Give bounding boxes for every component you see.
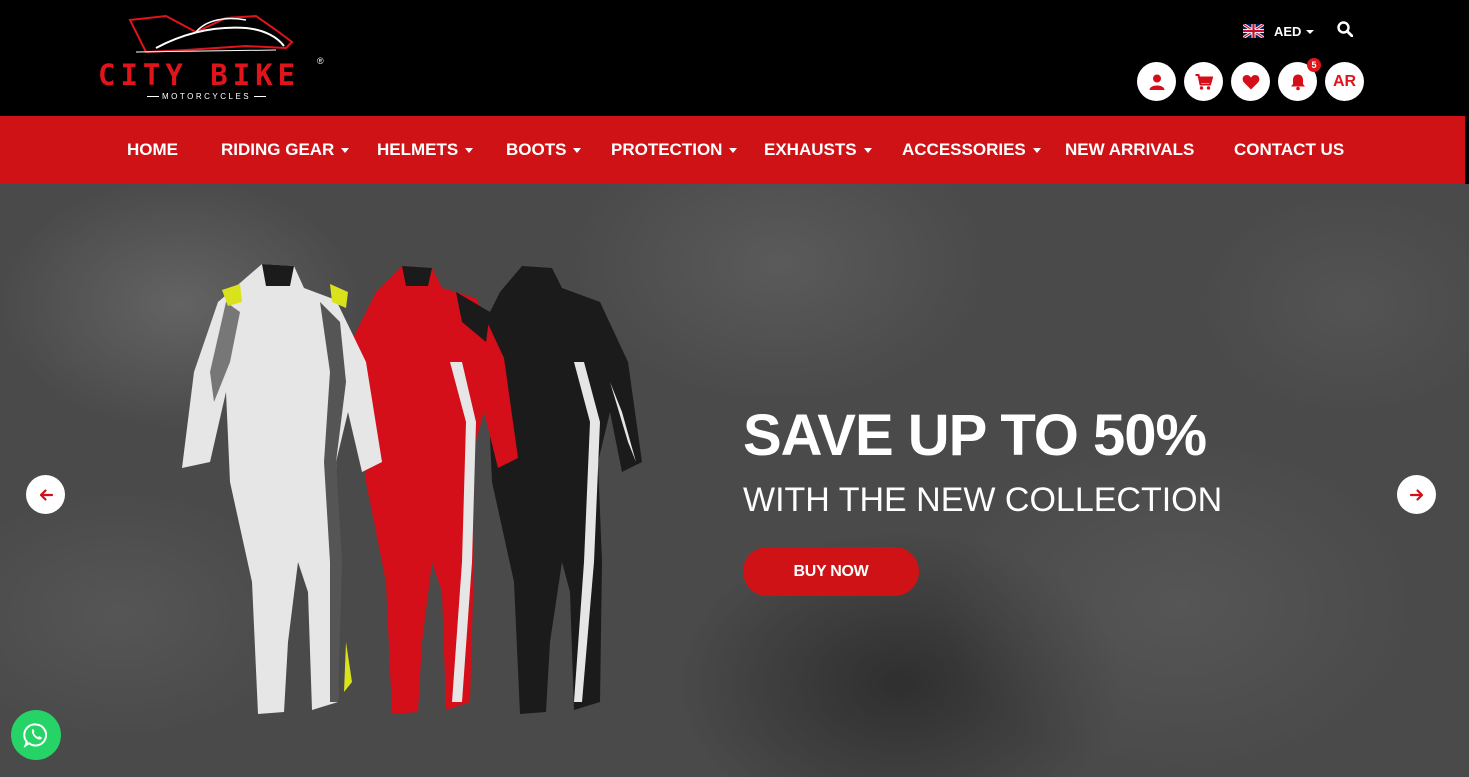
top-bar: CITY BIKE ® MOTORCYCLES AED 5 AR	[0, 0, 1469, 116]
nav-riding-gear[interactable]: RIDING GEAR	[221, 140, 350, 160]
nav-label: HOME	[127, 140, 178, 159]
nav-contact-us[interactable]: CONTACT US	[1234, 140, 1344, 160]
nav-label: HELMETS	[377, 140, 459, 159]
cart-button[interactable]	[1184, 62, 1223, 101]
nav-label: CONTACT US	[1234, 140, 1345, 159]
caret-down-icon	[465, 147, 474, 153]
logo-text: CITY BIKE	[98, 58, 301, 92]
notification-badge: 5	[1307, 58, 1321, 72]
nav-label: RIDING GEAR	[221, 140, 335, 159]
main-nav: HOME RIDING GEAR HELMETS BOOTS PROTECTIO…	[0, 116, 1465, 184]
hero-slider: SAVE UP TO 50% WITH THE NEW COLLECTION B…	[0, 184, 1469, 777]
nav-label: EXHAUSTS	[764, 140, 857, 159]
caret-down-icon	[573, 147, 582, 153]
racing-suits-image	[182, 264, 642, 714]
nav-boots[interactable]: BOOTS	[506, 140, 582, 160]
motorbike-logo-icon	[128, 14, 294, 54]
arrow-right-icon	[1409, 488, 1423, 501]
white-suit	[182, 264, 382, 714]
nav-label: PROTECTION	[611, 140, 723, 159]
caret-down-icon	[729, 147, 738, 153]
whatsapp-icon	[23, 723, 48, 748]
user-icon	[1149, 74, 1164, 90]
site-logo[interactable]: CITY BIKE ® MOTORCYCLES	[98, 12, 328, 104]
caret-down-icon	[341, 147, 350, 153]
nav-label: NEW ARRIVALS	[1065, 140, 1195, 159]
notifications-button[interactable]: 5	[1278, 58, 1321, 101]
cart-icon	[1195, 73, 1213, 90]
nav-label: BOOTS	[506, 140, 567, 159]
nav-helmets[interactable]: HELMETS	[377, 140, 474, 160]
nav-accessories[interactable]: ACCESSORIES	[902, 140, 1041, 160]
nav-new-arrivals[interactable]: NEW ARRIVALS	[1065, 140, 1194, 160]
nav-protection[interactable]: PROTECTION	[611, 140, 738, 160]
wishlist-button[interactable]	[1231, 62, 1270, 101]
nav-label: ACCESSORIES	[902, 140, 1026, 159]
logo-tagline: MOTORCYCLES	[144, 92, 269, 101]
flag-uk-icon	[1243, 24, 1264, 38]
caret-down-icon	[1306, 30, 1315, 35]
language-toggle[interactable]: AR	[1325, 62, 1364, 101]
whatsapp-chat-button[interactable]	[11, 710, 61, 760]
black-suit	[470, 266, 642, 714]
caret-down-icon	[1032, 147, 1041, 153]
red-suit	[346, 266, 518, 714]
slider-prev-button[interactable]	[26, 475, 65, 514]
nav-home[interactable]: HOME	[127, 140, 178, 160]
currency-selector[interactable]: AED	[1243, 22, 1315, 40]
buy-now-button[interactable]: BUY NOW	[743, 547, 919, 596]
nav-exhausts[interactable]: EXHAUSTS	[764, 140, 872, 160]
registered-mark: ®	[317, 56, 324, 66]
hero-subheadline: WITH THE NEW COLLECTION	[743, 481, 1223, 519]
search-icon[interactable]	[1337, 21, 1355, 39]
header-actions: 5 AR	[1137, 58, 1364, 101]
caret-down-icon	[863, 147, 872, 153]
heart-icon	[1242, 74, 1259, 89]
slider-next-button[interactable]	[1397, 475, 1436, 514]
currency-label: AED	[1274, 23, 1302, 39]
account-button[interactable]	[1137, 62, 1176, 101]
hero-headline: SAVE UP TO 50%	[743, 403, 1207, 468]
bell-icon	[1290, 74, 1305, 90]
arrow-left-icon	[39, 488, 53, 501]
